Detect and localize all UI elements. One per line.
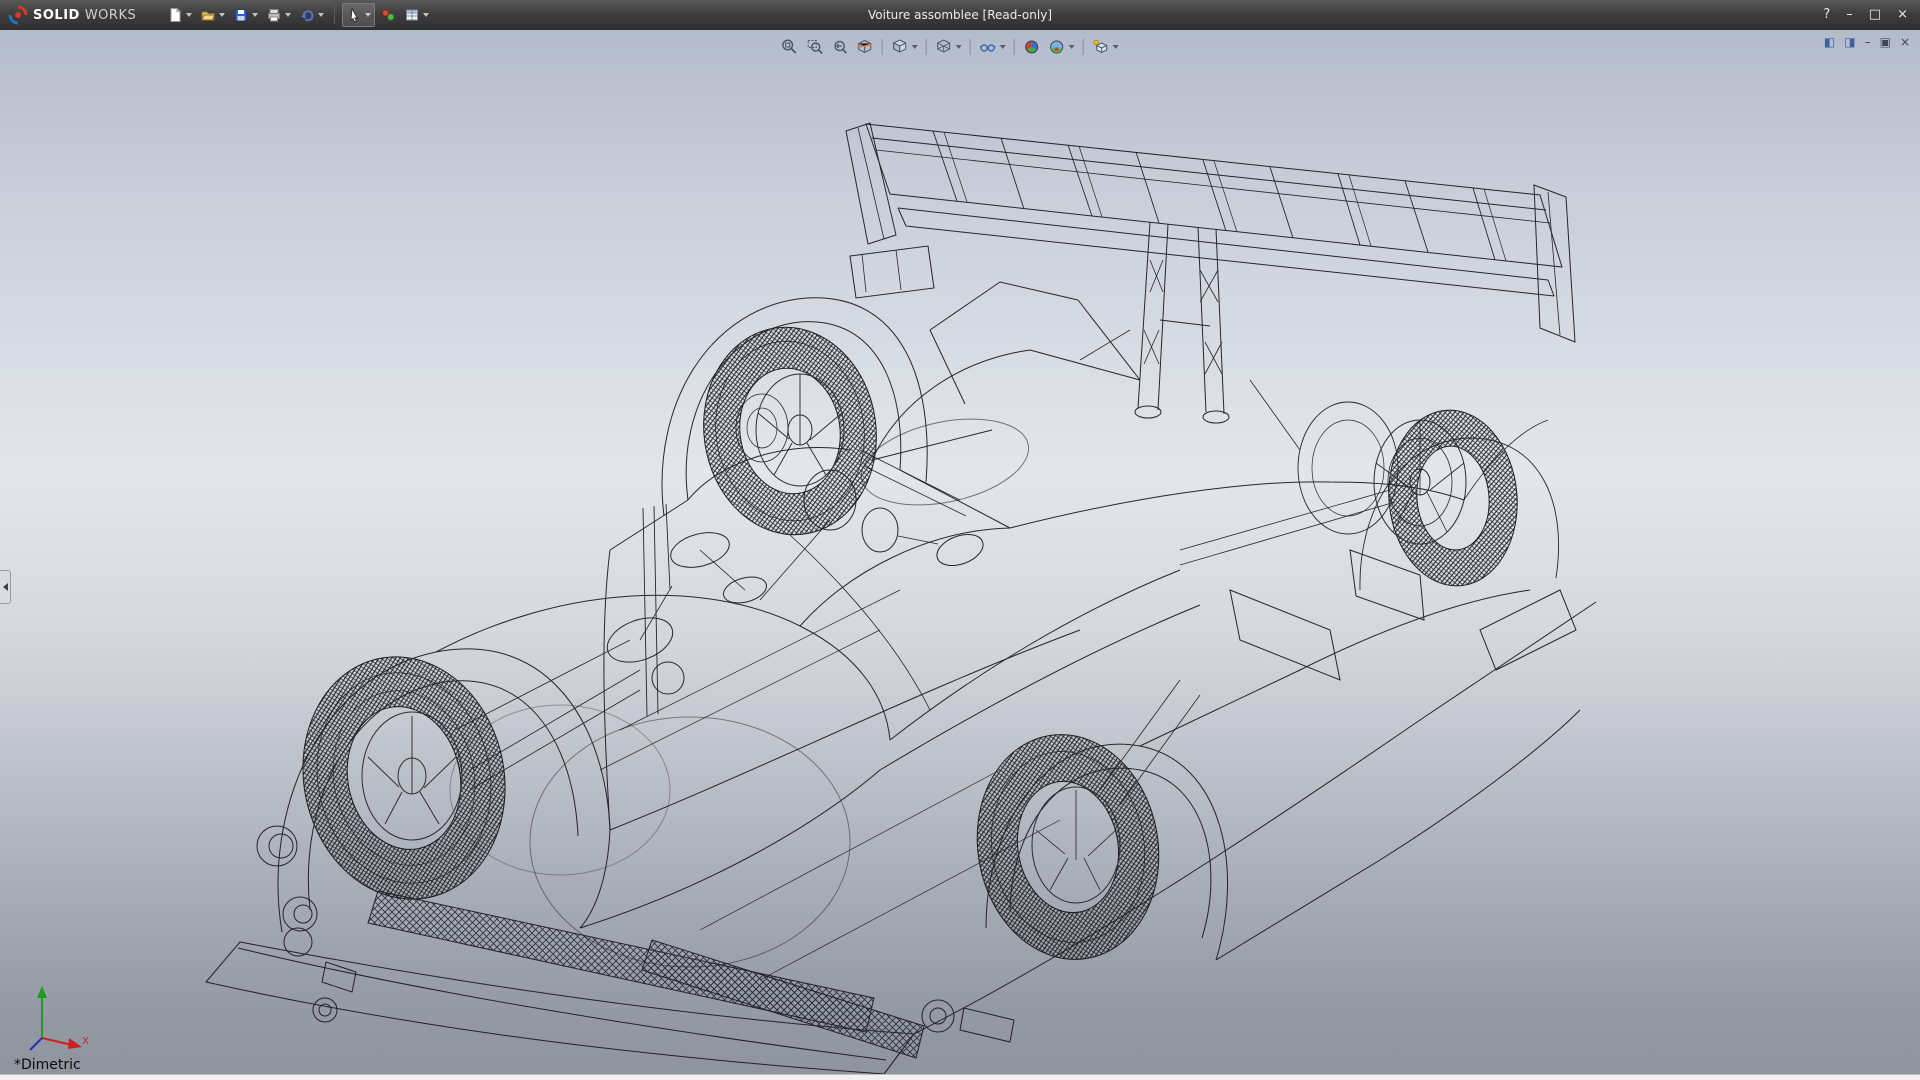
hide-show-items-button[interactable]	[976, 36, 1009, 58]
pane-right-button[interactable]: ◨	[1844, 35, 1855, 49]
select-tool-button[interactable]	[342, 3, 375, 27]
apply-scene-button[interactable]	[1045, 36, 1078, 58]
new-document-icon	[167, 7, 183, 23]
pane-left-button[interactable]: ◧	[1824, 35, 1835, 49]
previous-view-icon	[831, 38, 849, 56]
edit-appearance-button[interactable]	[1020, 36, 1044, 58]
undo-icon	[299, 7, 315, 23]
feature-manager-collapse-tab[interactable]	[0, 570, 11, 604]
dropdown-caret[interactable]	[252, 13, 258, 17]
undo-button[interactable]	[296, 3, 327, 27]
eye-glasses-icon	[979, 38, 997, 56]
reference-triad: X	[22, 982, 92, 1054]
dropdown-caret[interactable]	[285, 13, 291, 17]
dropdown-caret[interactable]	[186, 13, 192, 17]
dropdown-caret[interactable]	[1000, 45, 1006, 49]
display-style-button[interactable]	[932, 36, 965, 58]
hud-separator	[926, 39, 927, 55]
hud-separator	[970, 39, 971, 55]
toolbar-separator	[334, 6, 335, 24]
print-button[interactable]	[263, 3, 294, 27]
view-settings-button[interactable]	[1089, 36, 1122, 58]
select-cursor-icon	[346, 7, 362, 23]
open-button[interactable]	[197, 3, 228, 27]
section-view-icon	[856, 38, 874, 56]
model-wireframe	[0, 30, 1920, 1080]
window-title: Voiture assomblee [Read-only]	[868, 0, 1052, 30]
hud-separator	[1014, 39, 1015, 55]
brand-name-light: WORKS	[85, 8, 136, 23]
close-button[interactable]: ×	[1897, 0, 1908, 30]
solidworks-logo: SOLID WORKS	[0, 5, 146, 25]
section-view-button[interactable]	[853, 36, 877, 58]
zoom-to-area-button[interactable]	[803, 36, 827, 58]
title-bar: SOLID WORKS	[0, 0, 1920, 30]
hud-separator	[882, 39, 883, 55]
graphics-area[interactable]: ◧ ◨ – ▣ × X *Dimetric	[0, 30, 1920, 1080]
open-folder-icon	[200, 7, 216, 23]
close-document-button[interactable]: ×	[1900, 35, 1910, 49]
appearance-ball-icon	[1023, 38, 1041, 56]
window-controls: ? – □ ×	[1823, 0, 1920, 30]
view-settings-icon	[1092, 38, 1110, 56]
help-button[interactable]: ?	[1823, 0, 1830, 30]
view-orientation-button[interactable]	[888, 36, 921, 58]
heads-up-view-toolbar	[778, 36, 1122, 58]
triad-x-label: X	[82, 1036, 89, 1047]
scene-icon	[1048, 38, 1066, 56]
document-window-controls: ◧ ◨ – ▣ ×	[1824, 35, 1910, 49]
dropdown-caret[interactable]	[1069, 45, 1075, 49]
3ds-logo-icon	[8, 5, 28, 25]
previous-view-button[interactable]	[828, 36, 852, 58]
view-cube-icon	[891, 38, 909, 56]
view-orientation-label: *Dimetric	[14, 1057, 81, 1073]
collapse-arrow-icon	[3, 583, 8, 591]
save-icon	[233, 7, 249, 23]
save-button[interactable]	[230, 3, 261, 27]
dropdown-caret[interactable]	[912, 45, 918, 49]
properties-icon	[404, 7, 420, 23]
dropdown-caret[interactable]	[318, 13, 324, 17]
zoom-to-fit-icon	[781, 38, 799, 56]
zoom-to-area-icon	[806, 38, 824, 56]
properties-button[interactable]	[401, 3, 432, 27]
solidworks-window: SOLID WORKS	[0, 0, 1920, 1080]
brand-name-bold: SOLID	[33, 8, 80, 23]
display-style-icon	[935, 38, 953, 56]
dropdown-caret[interactable]	[956, 45, 962, 49]
print-icon	[266, 7, 282, 23]
minimize-button[interactable]: –	[1846, 0, 1853, 30]
restore-document-button[interactable]: ▣	[1880, 35, 1891, 49]
dropdown-caret[interactable]	[365, 13, 371, 17]
new-button[interactable]	[164, 3, 195, 27]
appearance-button[interactable]	[377, 3, 399, 27]
zoom-to-fit-button[interactable]	[778, 36, 802, 58]
status-bar-edge	[0, 1074, 1920, 1080]
dropdown-caret[interactable]	[219, 13, 225, 17]
dropdown-caret[interactable]	[423, 13, 429, 17]
hud-separator	[1083, 39, 1084, 55]
minimize-document-button[interactable]: –	[1865, 35, 1871, 49]
dropdown-caret[interactable]	[1113, 45, 1119, 49]
appearance-icon	[380, 7, 396, 23]
maximize-button[interactable]: □	[1869, 0, 1881, 30]
main-toolbar	[164, 3, 432, 27]
